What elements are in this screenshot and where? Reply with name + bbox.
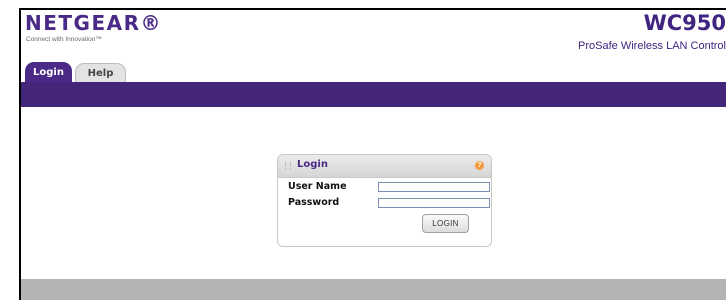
product-name: ProSafe Wireless LAN Control	[578, 40, 726, 52]
password-label: Password	[288, 197, 340, 208]
username-label: User Name	[288, 181, 347, 192]
footer-bar	[21, 279, 726, 300]
tab-login[interactable]: Login	[25, 62, 72, 82]
nav-bar	[21, 82, 726, 107]
username-input[interactable]	[378, 182, 490, 192]
login-panel-title: Login	[297, 159, 328, 170]
grip-icon	[285, 162, 291, 169]
product-model: WC950	[643, 11, 726, 35]
login-panel-header: Login ?	[278, 155, 491, 178]
page-frame: NETGEAR® Connect with Innovation™ WC950 …	[19, 8, 726, 300]
tab-help[interactable]: Help	[75, 63, 126, 82]
login-button[interactable]: LOGIN	[422, 214, 469, 233]
login-panel: Login ? User Name Password LOGIN	[277, 154, 492, 247]
tagline: Connect with Innovation™	[26, 36, 102, 43]
netgear-logo: NETGEAR®	[25, 11, 162, 35]
help-icon[interactable]: ?	[475, 161, 484, 170]
password-input[interactable]	[378, 198, 490, 208]
